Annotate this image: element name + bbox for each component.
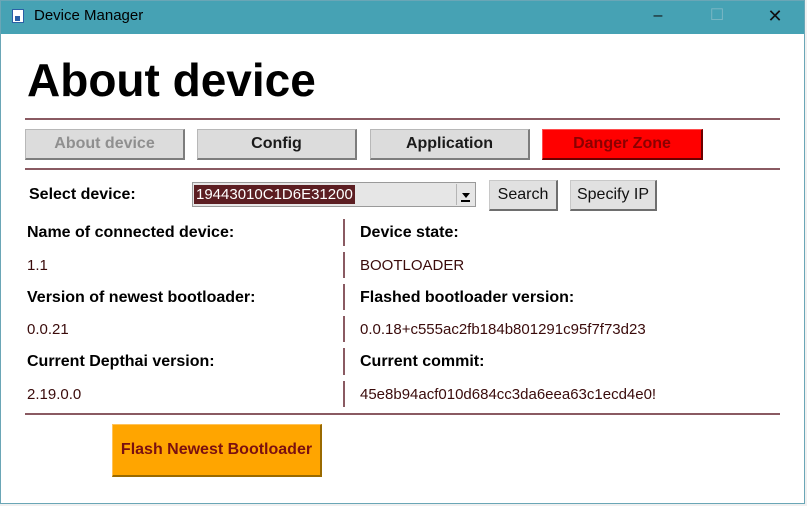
maximize-button[interactable]: ☐ bbox=[694, 1, 740, 34]
device-manager-window: Device Manager – ☐ ✕ About device About … bbox=[0, 0, 805, 504]
specify-ip-button[interactable]: Specify IP bbox=[570, 180, 657, 211]
depthai-version-value: 2.19.0.0 bbox=[27, 386, 82, 403]
title-bar[interactable]: Device Manager – ☐ ✕ bbox=[1, 1, 804, 34]
column-divider bbox=[343, 348, 345, 375]
current-commit-label: Current commit: bbox=[360, 353, 485, 370]
tab-config[interactable]: Config bbox=[197, 129, 357, 160]
divider-tabs bbox=[25, 168, 780, 170]
tab-application[interactable]: Application bbox=[370, 129, 530, 160]
current-commit-value: 45e8b94acf010d684cc3da6eea63c1ecd4e0! bbox=[360, 386, 657, 403]
device-state-label: Device state: bbox=[360, 224, 459, 241]
window-title: Device Manager bbox=[34, 7, 144, 24]
column-divider bbox=[343, 316, 345, 342]
column-divider bbox=[343, 381, 345, 407]
column-divider bbox=[343, 219, 345, 246]
column-divider bbox=[343, 284, 345, 310]
divider-bottom bbox=[25, 413, 780, 415]
device-name-value: 1.1 bbox=[27, 257, 48, 274]
device-select-value: 19443010C1D6E31200 bbox=[194, 185, 355, 204]
tab-danger-zone[interactable]: Danger Zone bbox=[542, 129, 703, 160]
flash-newest-bootloader-button[interactable]: Flash Newest Bootloader bbox=[112, 424, 322, 477]
divider-top bbox=[25, 118, 780, 120]
flashed-bootloader-value: 0.0.18+c555ac2fb184b801291c95f7f73d23 bbox=[360, 321, 646, 338]
close-button[interactable]: ✕ bbox=[752, 1, 798, 34]
chevron-down-icon[interactable] bbox=[456, 184, 474, 205]
search-button[interactable]: Search bbox=[489, 180, 558, 211]
page-title: About device bbox=[27, 54, 316, 106]
column-divider bbox=[343, 252, 345, 278]
select-device-label: Select device: bbox=[29, 186, 136, 203]
depthai-version-label: Current Depthai version: bbox=[27, 353, 215, 370]
flashed-bootloader-label: Flashed bootloader version: bbox=[360, 289, 575, 306]
newest-bootloader-value: 0.0.21 bbox=[27, 321, 69, 338]
device-name-label: Name of connected device: bbox=[27, 224, 235, 241]
device-select[interactable]: 19443010C1D6E31200 bbox=[192, 182, 476, 207]
device-manager-icon bbox=[12, 9, 24, 23]
minimize-button[interactable]: – bbox=[635, 1, 681, 34]
tab-about-device[interactable]: About device bbox=[25, 129, 185, 160]
device-state-value: BOOTLOADER bbox=[360, 257, 465, 274]
newest-bootloader-label: Version of newest bootloader: bbox=[27, 289, 256, 306]
